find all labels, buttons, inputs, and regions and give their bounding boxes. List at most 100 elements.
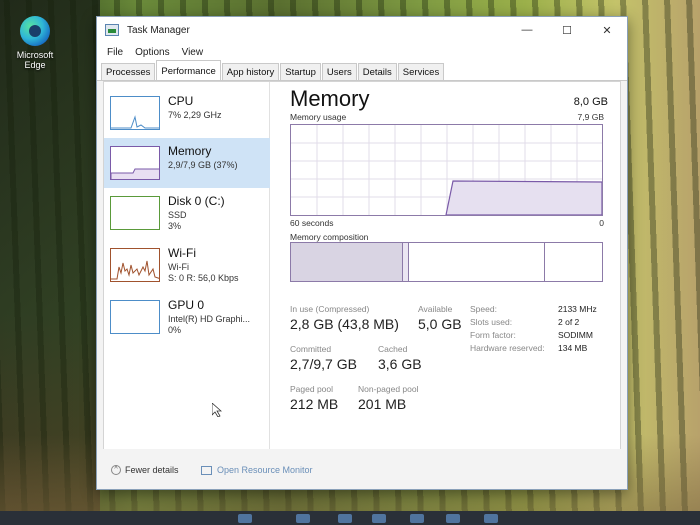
taskbar-app-icon[interactable] <box>484 514 498 523</box>
hardware-reserved-label: Hardware reserved: <box>470 343 545 353</box>
page-title: Memory <box>290 86 370 111</box>
resource-name: CPU <box>168 94 194 108</box>
available-value: 5,0 GB <box>418 316 462 332</box>
nonpaged-pool-value: 201 MB <box>358 396 407 412</box>
memory-composition-label: Memory composition <box>290 232 369 242</box>
taskbar <box>0 511 700 525</box>
taskbar-app-icon[interactable] <box>338 514 352 523</box>
taskbar-app-icon[interactable] <box>446 514 460 523</box>
disk-mini-graph <box>111 197 160 230</box>
graph-time-right: 0 <box>599 218 604 228</box>
resource-name: Wi-Fi <box>168 246 196 260</box>
open-resource-monitor-link[interactable]: Open Resource Monitor <box>201 465 313 475</box>
edge-icon <box>20 16 50 46</box>
resource-detail: 2,9/7,9 GB (37%) <box>168 160 238 170</box>
memory-total: 8,0 GB <box>573 96 608 108</box>
tab-services[interactable]: Services <box>397 63 445 80</box>
available-label: Available <box>418 304 453 314</box>
tab-performance[interactable]: Performance <box>156 60 221 80</box>
resource-memory[interactable]: Memory 2,9/7,9 GB (37%) <box>104 138 270 188</box>
task-manager-window: Task Manager — ☐ ✕ File Options View Pro… <box>96 16 628 490</box>
tab-users[interactable]: Users <box>321 63 357 80</box>
open-resource-monitor-label: Open Resource Monitor <box>217 465 313 475</box>
resource-name: Disk 0 (C:) <box>168 194 225 208</box>
task-manager-icon <box>105 24 119 36</box>
performance-panel: CPU 7% 2,29 GHz Memory 2,9/7,9 GB (37%) <box>103 81 621 481</box>
memory-usage-plot <box>291 125 603 216</box>
disk-thumbnail <box>110 196 160 230</box>
titlebar[interactable]: Task Manager — ☐ ✕ <box>97 17 627 43</box>
minimize-button[interactable]: — <box>507 17 547 43</box>
fewer-details-label: Fewer details <box>125 465 179 475</box>
resource-wifi[interactable]: Wi-Fi Wi-Fi S: 0 R: 56,0 Kbps <box>104 240 270 290</box>
resource-detail: 7% 2,29 GHz <box>168 110 222 120</box>
taskbar-app-icon[interactable] <box>238 514 252 523</box>
resource-detail: SSD <box>168 210 187 220</box>
speed-label: Speed: <box>470 304 497 314</box>
resource-detail-2: 0% <box>168 325 182 335</box>
edge-label: Microsoft Edge <box>16 50 54 70</box>
paged-pool-value: 212 MB <box>290 396 339 412</box>
resource-gpu[interactable]: GPU 0 Intel(R) HD Graphi... 0% <box>104 292 270 342</box>
resource-monitor-icon <box>201 465 212 475</box>
in-use-label: In use (Compressed) <box>290 304 370 314</box>
speed-value: 2133 MHz <box>558 304 597 314</box>
maximize-button[interactable]: ☐ <box>547 17 587 43</box>
menu-options[interactable]: Options <box>129 47 175 58</box>
fewer-details-link[interactable]: ^ Fewer details <box>111 465 179 475</box>
in-use-value: 2,8 GB (43,8 MB) <box>290 316 399 332</box>
resource-detail: Intel(R) HD Graphi... <box>168 314 251 324</box>
resource-list: CPU 7% 2,29 GHz Memory 2,9/7,9 GB (37%) <box>104 82 270 480</box>
paged-pool-label: Paged pool <box>290 384 334 394</box>
taskbar-app-icon[interactable] <box>410 514 424 523</box>
resource-disk[interactable]: Disk 0 (C:) SSD 3% <box>104 188 270 238</box>
resource-detail: Wi-Fi <box>168 262 189 272</box>
composition-in-use <box>291 243 403 281</box>
cached-label: Cached <box>378 344 408 354</box>
hardware-reserved-value: 134 MB <box>558 343 588 353</box>
resource-detail-2: S: 0 R: 56,0 Kbps <box>168 273 239 283</box>
footer-bar: ^ Fewer details Open Resource Monitor <box>97 449 627 489</box>
menu-view[interactable]: View <box>176 47 210 58</box>
tab-bar: Processes Performance App history Startu… <box>97 60 627 81</box>
memory-usage-label: Memory usage <box>290 112 347 122</box>
memory-usage-graph <box>290 124 603 216</box>
memory-usage-max: 7,9 GB <box>577 112 604 122</box>
cpu-thumbnail <box>110 96 160 130</box>
memory-mini-graph <box>111 168 159 179</box>
taskbar-app-icon[interactable] <box>296 514 310 523</box>
resource-cpu[interactable]: CPU 7% 2,29 GHz <box>104 88 270 138</box>
window-title: Task Manager <box>127 24 190 36</box>
slots-label: Slots used: <box>470 317 513 327</box>
gpu-thumbnail <box>110 300 160 334</box>
memory-composition-bar <box>290 242 603 282</box>
graph-time-left: 60 seconds <box>290 218 334 228</box>
resource-name: GPU 0 <box>168 298 205 312</box>
cached-value: 3,6 GB <box>378 356 422 372</box>
chevron-up-icon: ^ <box>111 465 121 475</box>
menu-file[interactable]: File <box>101 47 129 58</box>
tab-processes[interactable]: Processes <box>101 63 156 80</box>
form-factor-label: Form factor: <box>470 330 516 340</box>
resource-name: Memory <box>168 144 212 158</box>
close-button[interactable]: ✕ <box>587 17 627 43</box>
tab-details[interactable]: Details <box>357 63 397 80</box>
tab-app-history[interactable]: App history <box>221 63 280 80</box>
cpu-mini-graph <box>111 115 159 129</box>
committed-label: Committed <box>290 344 332 354</box>
resource-detail-2: 3% <box>168 221 182 231</box>
taskbar-app-icon[interactable] <box>372 514 386 523</box>
menu-bar: File Options View <box>97 43 627 61</box>
mouse-cursor-icon <box>212 403 222 417</box>
slots-value: 2 of 2 <box>558 317 580 327</box>
wifi-mini-graph <box>111 260 159 280</box>
committed-value: 2,7/9,7 GB <box>290 356 357 372</box>
wifi-thumbnail <box>110 248 160 282</box>
memory-detail-panel: Memory 8,0 GB Memory usage 7,9 GB 60 sec… <box>284 82 614 480</box>
nonpaged-pool-label: Non-paged pool <box>358 384 419 394</box>
composition-standby <box>409 243 545 281</box>
desktop-icon-edge[interactable]: Microsoft Edge <box>12 16 58 70</box>
memory-thumbnail <box>110 146 160 180</box>
form-factor-value: SODIMM <box>558 330 593 340</box>
tab-startup[interactable]: Startup <box>280 63 321 80</box>
